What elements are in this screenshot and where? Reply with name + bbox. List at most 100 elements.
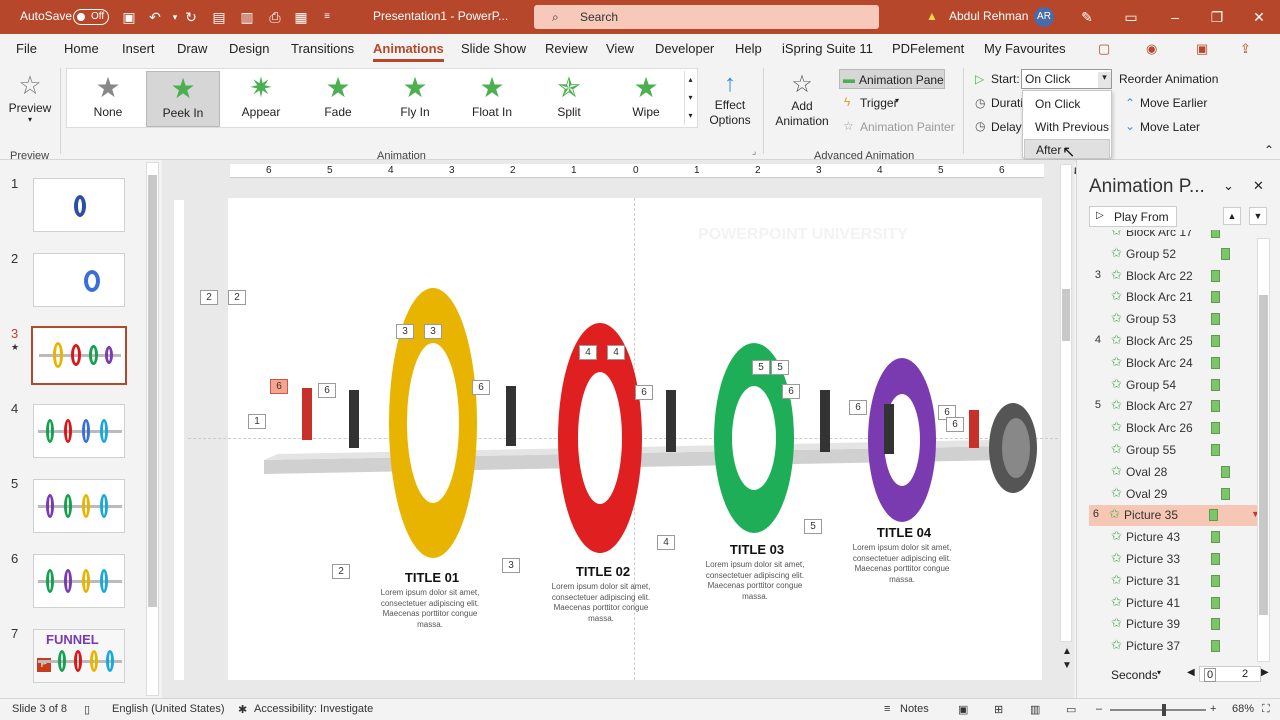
slide-thumbnail-4[interactable] — [33, 404, 125, 458]
effect-options-button[interactable]: ↑ Effect Options — [702, 70, 758, 128]
animation-tag[interactable]: 6 — [946, 417, 964, 432]
close-icon[interactable]: ✕ — [1253, 178, 1264, 194]
collapse-ribbon-icon[interactable]: ⌃ — [1264, 143, 1274, 157]
avatar[interactable]: AR — [1034, 7, 1054, 27]
seconds-label[interactable]: Seconds — [1111, 668, 1158, 682]
animation-list-item[interactable]: ✩ Group 53 — [1091, 309, 1257, 330]
undo-icon[interactable]: ↶ — [146, 8, 164, 26]
tab-ispring[interactable]: iSpring Suite 11 — [782, 41, 873, 56]
animation-list-item[interactable]: ✩ Picture 33 — [1091, 549, 1257, 570]
tab-draw[interactable]: Draw — [177, 41, 207, 56]
animation-painter-button[interactable]: Animation Painter — [860, 120, 955, 134]
user-name[interactable]: Abdul Rehman — [949, 9, 1028, 23]
warning-icon[interactable]: ▲ — [926, 9, 938, 23]
start-slideshow-icon[interactable]: ▥ — [238, 8, 256, 26]
print-preview-icon[interactable]: ⎙ — [266, 8, 284, 26]
reading-view-icon[interactable]: ▥ — [1030, 703, 1040, 716]
tab-slide-show[interactable]: Slide Show — [461, 41, 526, 56]
animation-list-item[interactable]: ✩ Group 54 — [1091, 375, 1257, 396]
move-down-button[interactable]: ▼ — [1249, 207, 1267, 225]
tab-pdfelement[interactable]: PDFelement — [892, 41, 964, 56]
slide-thumbnail-5[interactable] — [33, 479, 125, 533]
animation-tag[interactable]: 6 — [849, 400, 867, 415]
tab-transitions[interactable]: Transitions — [291, 41, 354, 56]
scrollbar-thumb[interactable] — [1062, 289, 1070, 341]
animation-tag[interactable]: 5 — [804, 519, 822, 534]
animation-tag[interactable]: 3 — [396, 324, 414, 339]
comments-icon[interactable]: ▢ — [1098, 41, 1110, 57]
animation-list-item[interactable]: ✩ Picture 39 — [1091, 614, 1257, 635]
animation-list-item[interactable]: ✩ Block Arc 17 — [1091, 230, 1257, 243]
gallery-scroll[interactable]: ▴ ▾ ▾ — [684, 71, 696, 125]
slide-canvas[interactable]: POWERPOINT UNIVERSITY 2 2 3 3 6 6 6 6 1 … — [188, 198, 1058, 680]
slide-thumbnail-2[interactable] — [33, 253, 125, 307]
animation-tag[interactable]: 2 — [332, 564, 350, 579]
animation-tag[interactable]: 5 — [771, 360, 789, 375]
effect-float-in[interactable]: ★ Float In — [455, 71, 529, 127]
animation-list-item[interactable]: ✩ Picture 43 — [1091, 527, 1257, 548]
fit-to-window-icon[interactable]: ⛶ — [1262, 703, 1270, 716]
preview-button[interactable]: ☆ Preview ▾ — [8, 70, 52, 124]
animation-list-item[interactable]: ✩ Block Arc 21 — [1091, 287, 1257, 308]
animation-tag[interactable]: 4 — [579, 345, 597, 360]
zoom-out-icon[interactable]: – — [1096, 703, 1102, 715]
notes-icon[interactable]: ≡ — [884, 703, 890, 715]
effect-peek-in[interactable]: ★ Peek In — [146, 71, 220, 127]
effect-fly-in[interactable]: ★ Fly In — [378, 71, 452, 127]
animation-tag[interactable]: 5 — [752, 360, 770, 375]
animation-pane-button[interactable]: ▬ Animation Pane — [839, 69, 945, 89]
pen-icon[interactable]: ✎ — [1078, 8, 1096, 26]
animation-tag[interactable]: 2 — [228, 290, 246, 305]
option-with-previous[interactable]: With Previous — [1024, 117, 1110, 137]
normal-view-icon[interactable]: ▣ — [958, 703, 968, 716]
tab-help[interactable]: Help — [735, 41, 762, 56]
next-slide-icon[interactable]: ▼ — [1062, 660, 1072, 671]
tab-animations[interactable]: Animations — [373, 41, 444, 62]
animation-tag-selected[interactable]: 6 — [270, 379, 288, 394]
animation-tag[interactable]: 3 — [502, 558, 520, 573]
animation-list-item[interactable]: ✩ Oval 29 — [1091, 484, 1257, 505]
scrollbar-thumb[interactable] — [1259, 295, 1268, 615]
new-slide-icon[interactable]: ▦ — [292, 8, 310, 26]
animation-list-item[interactable]: ✩ Picture 31 — [1091, 571, 1257, 592]
animation-list-item[interactable]: ✩ Group 52 — [1091, 244, 1257, 265]
add-animation-button[interactable]: ☆ Add Animation — [770, 70, 834, 129]
option-on-click[interactable]: On Click — [1024, 94, 1110, 114]
move-later-button[interactable]: Move Later — [1140, 120, 1200, 134]
slide-sorter-icon[interactable]: ⊞ — [994, 703, 1003, 716]
timeline[interactable]: 0 2 — [1199, 666, 1261, 682]
zoom-slider-thumb[interactable] — [1162, 704, 1166, 716]
tab-my-favourites[interactable]: My Favourites — [984, 41, 1066, 56]
animation-list-item[interactable]: 6 ✩ Picture 35 ▼ — [1089, 505, 1257, 527]
save-icon[interactable]: ▣ — [120, 8, 138, 26]
effect-wipe[interactable]: ★ Wipe — [609, 71, 683, 127]
zoom-slider[interactable] — [1110, 704, 1206, 716]
present-teams-icon[interactable]: ▣ — [1196, 41, 1208, 57]
animation-list-item[interactable]: ✩ Block Arc 24 — [1091, 353, 1257, 374]
effect-none[interactable]: ★ None — [71, 71, 145, 127]
animation-list-item[interactable]: ✩ Oval 28 — [1091, 462, 1257, 483]
animation-list-item[interactable]: ✩ Block Arc 26 — [1091, 418, 1257, 439]
animation-list-item[interactable]: ✩ Group 55 — [1091, 440, 1257, 461]
animation-tag[interactable]: 4 — [657, 535, 675, 550]
customize-qat-icon[interactable]: ≡ — [318, 8, 336, 26]
trigger-button[interactable]: Trigger — [860, 96, 898, 110]
animation-tag[interactable]: 6 — [318, 383, 336, 398]
animation-tag[interactable]: 3 — [424, 324, 442, 339]
tab-home[interactable]: Home — [64, 41, 99, 56]
canvas-scrollbar[interactable] — [1060, 164, 1072, 642]
slide-thumbnail-3[interactable] — [31, 326, 127, 385]
language[interactable]: English (United States) — [112, 703, 225, 715]
search-box[interactable]: ⌕ Search — [534, 5, 879, 29]
record-icon[interactable]: ◉ — [1146, 41, 1157, 57]
effect-fade[interactable]: ★ Fade — [301, 71, 375, 127]
pane-scrollbar[interactable] — [1257, 238, 1270, 662]
notes-button[interactable]: Notes — [900, 703, 929, 715]
animation-list-item[interactable]: ✩ Picture 41 — [1091, 593, 1257, 614]
redo-icon[interactable]: ↻ — [182, 8, 200, 26]
chevron-down-icon[interactable]: ⌄ — [1223, 178, 1234, 194]
slideshow-view-icon[interactable]: ▭ — [1066, 703, 1076, 716]
tab-file[interactable]: File — [16, 41, 37, 56]
tab-developer[interactable]: Developer — [655, 41, 714, 56]
play-from-button[interactable]: ▷ Play From — [1089, 206, 1177, 227]
